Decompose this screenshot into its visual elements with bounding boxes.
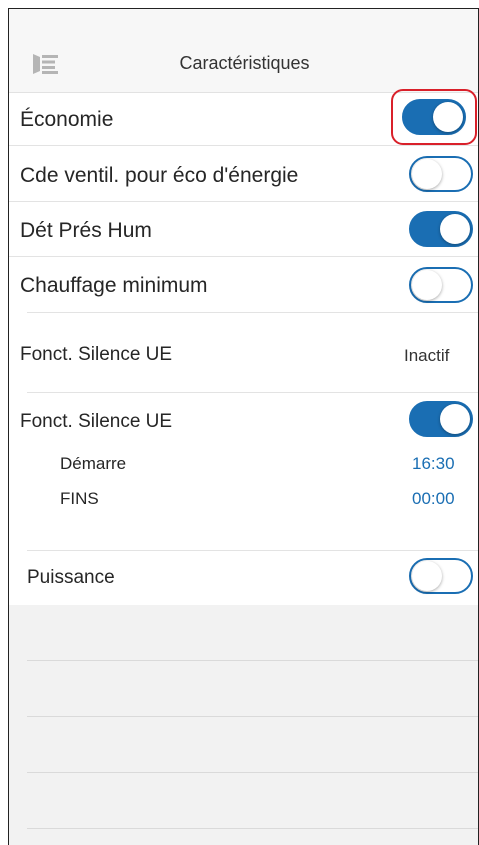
silence-status-label: Fonct. Silence UE	[20, 344, 173, 365]
chauffage-minimum-label: Chauffage minimum	[20, 274, 208, 297]
det-pres-hum-toggle[interactable]	[409, 211, 473, 247]
economie-label: Économie	[20, 108, 114, 131]
empty-list-area	[9, 605, 478, 845]
puissance-label: Puissance	[27, 567, 115, 588]
divider	[27, 312, 478, 313]
toggle-knob	[440, 214, 470, 244]
divider	[9, 145, 478, 146]
divider	[27, 772, 478, 773]
toggle-knob	[412, 561, 442, 591]
end-time-value[interactable]: 00:00	[412, 489, 455, 509]
divider	[9, 201, 478, 202]
start-time-value[interactable]: 16:30	[412, 454, 455, 474]
det-pres-hum-label: Dét Prés Hum	[20, 219, 152, 242]
app-frame: Caractéristiques Économie Cde ventil. po…	[8, 8, 479, 845]
cde-ventil-label: Cde ventil. pour éco d'énergie	[20, 164, 299, 187]
end-label: FINS	[60, 489, 99, 508]
silence-toggle[interactable]	[409, 401, 473, 437]
divider	[27, 550, 478, 551]
silence-status-value[interactable]: Inactif	[404, 346, 449, 366]
header-bar: Caractéristiques	[9, 9, 478, 93]
divider	[27, 828, 478, 829]
divider	[9, 256, 478, 257]
highlight-box	[391, 89, 477, 145]
toggle-knob	[412, 159, 442, 189]
silence-toggle-label: Fonct. Silence UE	[20, 411, 173, 432]
toggle-knob	[412, 270, 442, 300]
page-title: Caractéristiques	[179, 53, 310, 73]
puissance-toggle[interactable]	[409, 558, 473, 594]
divider	[27, 716, 478, 717]
start-label: Démarre	[60, 454, 127, 473]
divider	[27, 392, 478, 393]
chauffage-minimum-toggle[interactable]	[409, 267, 473, 303]
cde-ventil-toggle[interactable]	[409, 156, 473, 192]
divider	[27, 660, 478, 661]
toggle-knob	[440, 404, 470, 434]
